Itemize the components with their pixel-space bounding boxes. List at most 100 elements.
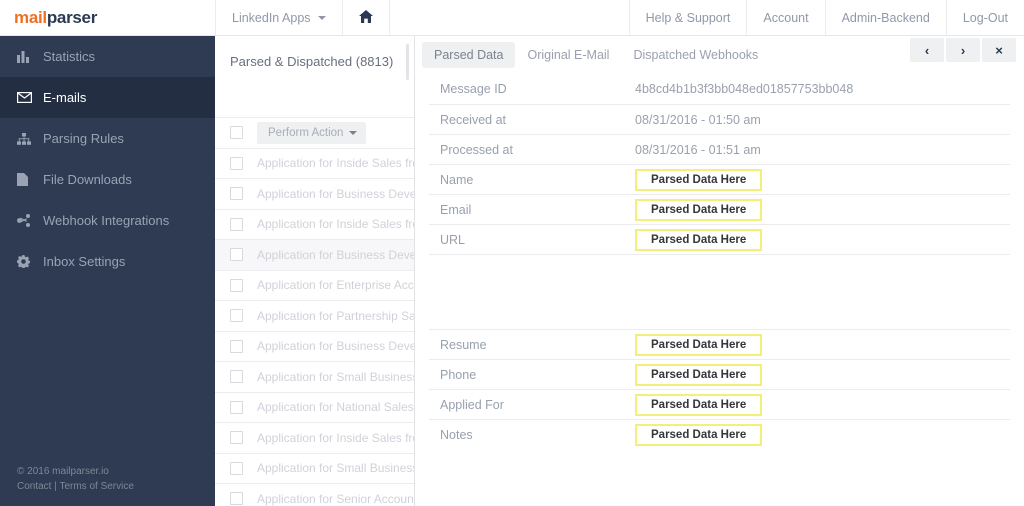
list-item[interactable]: Application for Senior Accoun bbox=[215, 484, 414, 506]
parsed-data-chip: Parsed Data Here bbox=[635, 168, 763, 191]
brand-logo-part2: parser bbox=[46, 7, 98, 27]
list-item[interactable]: Application for National Sales bbox=[215, 393, 414, 423]
field-label: Email bbox=[440, 202, 472, 217]
list-toolbar-row: Perform Action bbox=[215, 118, 414, 149]
sidebar-item-inbox-settings[interactable]: Inbox Settings bbox=[0, 241, 215, 282]
envelope-icon bbox=[17, 92, 39, 103]
previous-button[interactable]: ‹ bbox=[910, 38, 944, 62]
sidebar-item-label: Inbox Settings bbox=[43, 254, 126, 269]
field-row-resume: Resume Parsed Data Here bbox=[429, 329, 1010, 359]
sitemap-icon bbox=[17, 132, 39, 145]
field-value: 08/31/2016 - 01:51 am bbox=[635, 142, 761, 157]
list-item[interactable]: Application for Partnership Sa bbox=[215, 301, 414, 332]
field-row-message-id: Message ID 4b8cd4b1b3f3bb048ed01857753bb… bbox=[429, 74, 1010, 104]
chevron-right-icon: › bbox=[960, 42, 966, 58]
field-value: Parsed Data Here bbox=[635, 393, 763, 416]
sidebar-item-statistics[interactable]: Statistics bbox=[0, 36, 215, 77]
row-checkbox[interactable] bbox=[230, 400, 243, 414]
parsed-data-chip: Parsed Data Here bbox=[635, 333, 763, 356]
detail-nav-buttons: ‹ › × bbox=[908, 38, 1016, 62]
row-checkbox[interactable] bbox=[230, 309, 243, 323]
tab-dispatched-webhooks[interactable]: Dispatched Webhooks bbox=[621, 42, 770, 68]
row-checkbox[interactable] bbox=[230, 248, 243, 262]
field-row-notes: Notes Parsed Data Here bbox=[429, 419, 1010, 449]
sidebar-footer: © 2016 mailparser.io Contact | Terms of … bbox=[0, 464, 215, 506]
sidebar-item-label: E-mails bbox=[43, 90, 87, 105]
list-item[interactable]: Application for Enterprise Acc bbox=[215, 271, 414, 301]
sidebar-item-webhook-integrations[interactable]: Webhook Integrations bbox=[0, 200, 215, 241]
tab-original-email[interactable]: Original E-Mail bbox=[515, 42, 621, 68]
close-button[interactable]: × bbox=[982, 38, 1016, 62]
parsed-data-chip: Parsed Data Here bbox=[635, 228, 763, 251]
field-row-received-at: Received at 08/31/2016 - 01:50 am bbox=[429, 104, 1010, 134]
tab-parsed-data[interactable]: Parsed Data bbox=[422, 42, 516, 68]
row-checkbox[interactable] bbox=[230, 431, 243, 445]
list-item[interactable]: Application for Inside Sales fro bbox=[215, 423, 414, 454]
row-checkbox[interactable] bbox=[230, 217, 243, 231]
file-icon bbox=[17, 173, 39, 186]
field-label: Notes bbox=[440, 427, 473, 442]
list-item[interactable]: Application for Small Business bbox=[215, 362, 414, 393]
sidebar-item-file-downloads[interactable]: File Downloads bbox=[0, 159, 215, 200]
app-root: mail parser LinkedIn Apps Help & Support … bbox=[0, 0, 1024, 506]
email-list-header: Parsed & Dispatched (8813) bbox=[215, 36, 414, 88]
field-row-processed-at: Processed at 08/31/2016 - 01:51 am bbox=[429, 134, 1010, 164]
app-body: Statistics E-mails Parsing Rules File Do… bbox=[0, 36, 1024, 506]
sidebar-item-parsing-rules[interactable]: Parsing Rules bbox=[0, 118, 215, 159]
row-checkbox[interactable] bbox=[230, 461, 243, 475]
list-item[interactable]: Application for Business Deve bbox=[215, 332, 414, 362]
list-item-label: Application for Business Deve bbox=[257, 247, 414, 262]
brand-logo[interactable]: mail parser bbox=[0, 0, 215, 35]
admin-backend-link[interactable]: Admin-Backend bbox=[824, 0, 946, 35]
terms-of-service-link[interactable]: Terms of Service bbox=[59, 481, 133, 492]
list-item-label: Application for Senior Accoun bbox=[257, 491, 414, 506]
row-checkbox[interactable] bbox=[230, 339, 243, 353]
account-link[interactable]: Account bbox=[746, 0, 824, 35]
list-scrollbar[interactable] bbox=[406, 44, 409, 80]
detail-tabbar: Parsed Data Original E-Mail Dispatched W… bbox=[415, 36, 1024, 74]
field-value: Parsed Data Here bbox=[635, 423, 763, 446]
sidebar-item-label: Webhook Integrations bbox=[43, 213, 170, 228]
perform-action-label: Perform Action bbox=[268, 126, 344, 139]
field-value: 08/31/2016 - 01:50 am bbox=[635, 112, 761, 127]
gear-icon bbox=[17, 255, 39, 268]
log-out-link[interactable]: Log-Out bbox=[945, 0, 1024, 35]
home-button[interactable] bbox=[343, 0, 390, 35]
footer-links: Contact | Terms of Service bbox=[17, 479, 215, 494]
next-button[interactable]: › bbox=[946, 38, 980, 62]
list-item[interactable]: Application for Business Deve bbox=[215, 179, 414, 210]
sidebar-nav: Statistics E-mails Parsing Rules File Do… bbox=[0, 36, 215, 282]
list-item-label: Application for Small Business bbox=[257, 461, 414, 476]
select-all-checkbox[interactable] bbox=[230, 126, 243, 140]
row-checkbox[interactable] bbox=[230, 187, 243, 201]
list-item-label: Application for Enterprise Acc bbox=[257, 278, 414, 293]
chevron-down-icon bbox=[349, 130, 358, 135]
row-checkbox[interactable] bbox=[230, 492, 243, 506]
sidebar-item-emails[interactable]: E-mails bbox=[0, 77, 215, 118]
list-item[interactable]: Application for Small Business bbox=[215, 454, 414, 484]
list-subheader-spacer bbox=[215, 88, 414, 118]
chevron-down-icon bbox=[317, 15, 326, 20]
field-value: Parsed Data Here bbox=[635, 228, 763, 251]
help-support-link[interactable]: Help & Support bbox=[628, 0, 747, 35]
list-item-label: Application for Inside Sales fro bbox=[257, 217, 414, 232]
field-row-phone: Phone Parsed Data Here bbox=[429, 359, 1010, 389]
chart-bar-icon bbox=[17, 50, 39, 63]
row-checkbox[interactable] bbox=[230, 278, 243, 292]
field-label: Processed at bbox=[440, 142, 513, 157]
top-navigation-bar: mail parser LinkedIn Apps Help & Support … bbox=[0, 0, 1024, 36]
row-checkbox[interactable] bbox=[230, 156, 243, 170]
contact-link[interactable]: Contact bbox=[17, 481, 51, 492]
field-label: Resume bbox=[440, 337, 487, 352]
list-item[interactable]: Application for Business Deve bbox=[215, 240, 414, 271]
perform-action-dropdown[interactable]: Perform Action bbox=[257, 121, 367, 144]
app-selector-dropdown[interactable]: LinkedIn Apps bbox=[215, 0, 343, 35]
field-row-url: URL Parsed Data Here bbox=[429, 224, 1010, 254]
parsed-data-chip: Parsed Data Here bbox=[635, 198, 763, 221]
list-item-label: Application for Partnership Sa bbox=[257, 308, 414, 323]
field-row-email: Email Parsed Data Here bbox=[429, 194, 1010, 224]
row-checkbox[interactable] bbox=[230, 370, 243, 384]
list-item[interactable]: Application for Inside Sales fro bbox=[215, 210, 414, 240]
list-item[interactable]: Application for Inside Sales fro bbox=[215, 149, 414, 179]
close-icon: × bbox=[995, 42, 1003, 58]
